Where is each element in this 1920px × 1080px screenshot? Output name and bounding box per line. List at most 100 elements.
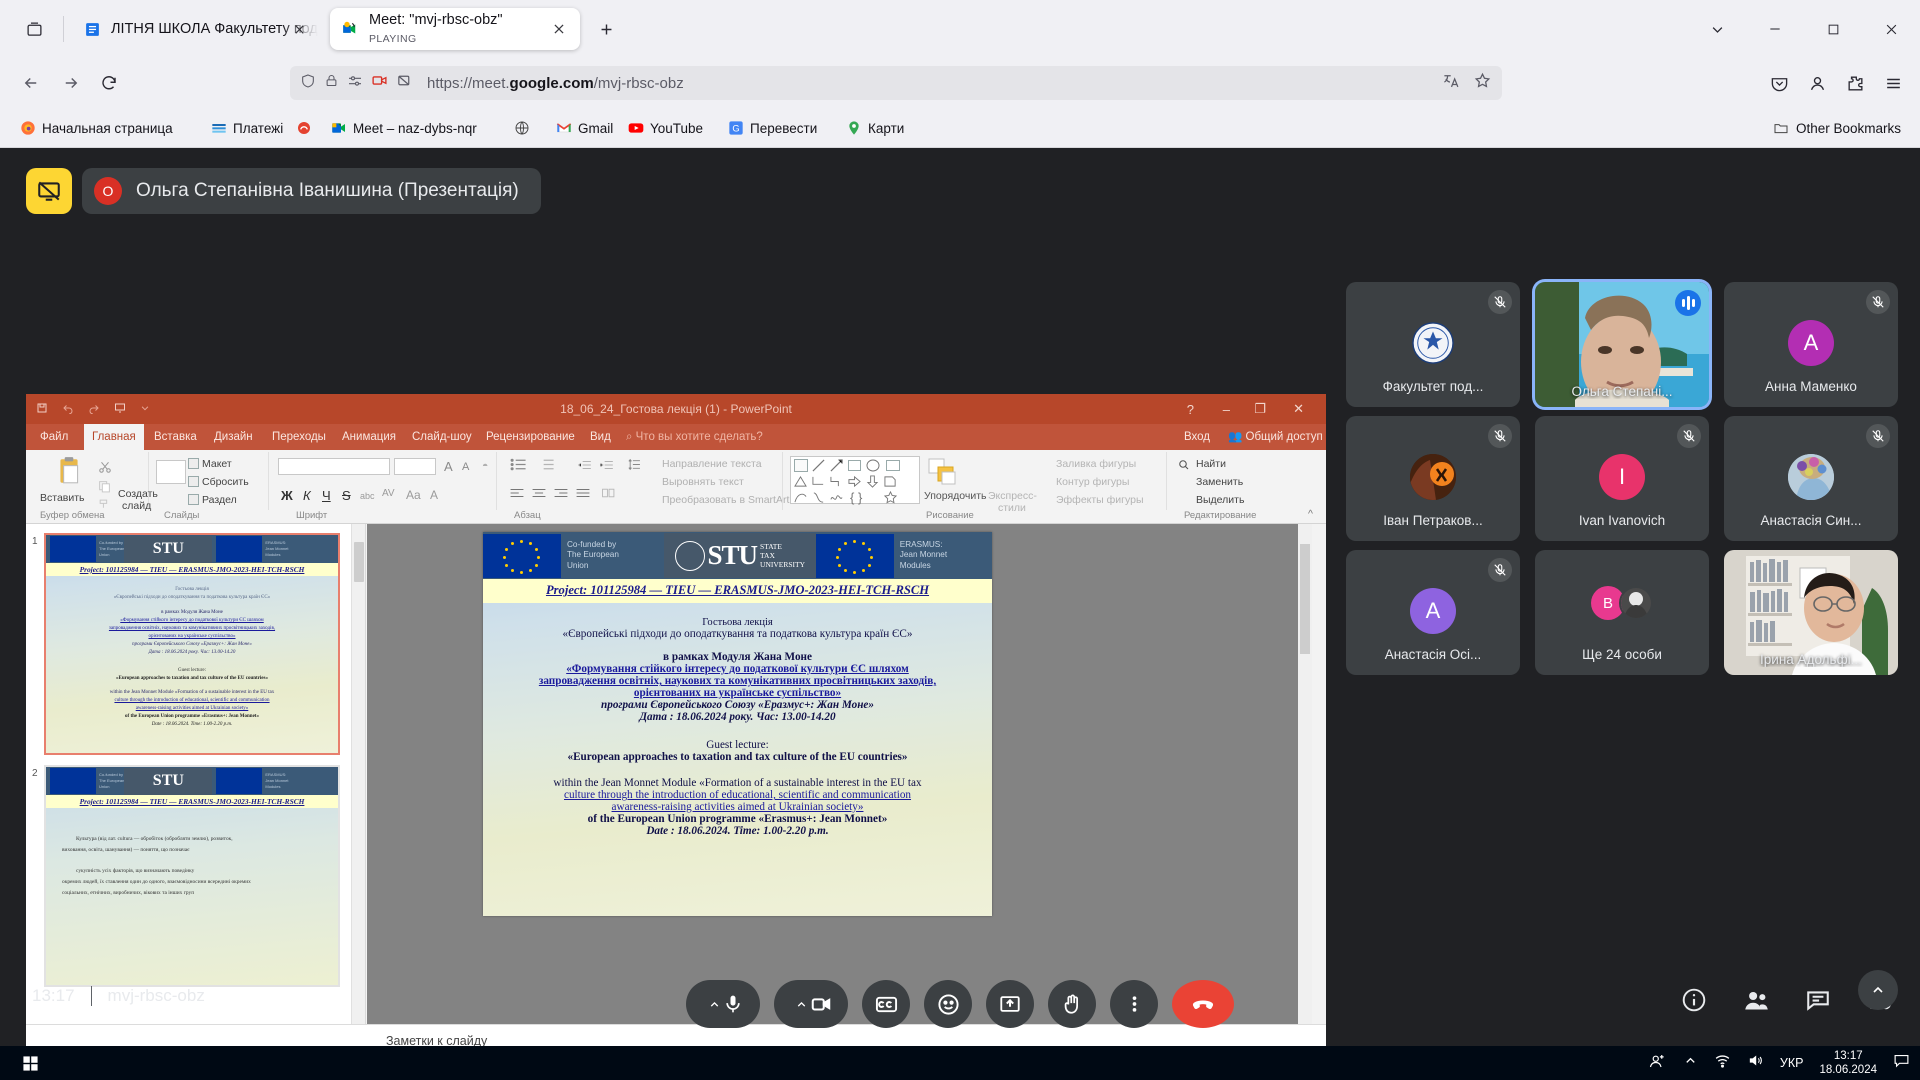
ribbon-tab-slideshow[interactable]: Слайд-шоу xyxy=(404,424,480,450)
bookmark-item-4[interactable] xyxy=(508,115,535,141)
shadow-button[interactable]: abc xyxy=(360,491,375,501)
strikethrough-button[interactable]: S xyxy=(342,488,351,503)
stop-presenting-icon[interactable] xyxy=(26,168,72,214)
translate-icon[interactable] xyxy=(1442,71,1461,95)
show-hidden-icons-button[interactable] xyxy=(1683,1053,1698,1073)
participant-tile-5[interactable]: Анастасія Син... xyxy=(1724,416,1898,541)
current-slide[interactable]: Co-funded by The European Union STU STAT… xyxy=(483,532,992,916)
thumbnail-pane-scrollbar[interactable] xyxy=(351,524,365,1024)
text-direction-label[interactable]: Направление текста xyxy=(662,458,762,470)
expand-controls-button[interactable] xyxy=(1858,970,1898,1010)
people-button[interactable] xyxy=(1742,986,1770,1014)
down-arrow-block-icon[interactable] xyxy=(866,475,879,493)
tell-me-search[interactable]: ⌕ Что вы хотите сделать? xyxy=(626,424,763,450)
bookmark-item-3[interactable]: Meet – naz-dybs-nqr xyxy=(325,115,482,141)
decrease-indent-icon[interactable] xyxy=(577,458,592,476)
minimize-icon[interactable]: – xyxy=(1223,394,1230,424)
microphone-blocked-icon[interactable] xyxy=(396,72,413,94)
maximize-button[interactable] xyxy=(1804,8,1862,50)
camera-permission-icon[interactable] xyxy=(371,72,388,94)
reset-label[interactable]: Сбросить xyxy=(202,476,249,488)
bookmark-star-icon[interactable] xyxy=(1473,71,1492,95)
participant-tile-0[interactable]: Факультет под... xyxy=(1346,282,1520,407)
new-tab-button[interactable] xyxy=(592,15,620,43)
layout-label[interactable]: Макет xyxy=(202,458,232,470)
participant-tile-3[interactable]: Іван Петраков... xyxy=(1346,416,1520,541)
quick-styles-icon[interactable] xyxy=(928,458,958,493)
convert-smartart-label[interactable]: Преобразовать в SmartArt xyxy=(662,494,789,506)
copy-icon[interactable] xyxy=(98,480,111,498)
ribbon-tab-design[interactable]: Дизайн xyxy=(206,424,261,450)
section-label[interactable]: Раздел xyxy=(202,494,237,506)
collapse-ribbon-icon[interactable]: ^ xyxy=(1308,508,1313,520)
close-icon[interactable] xyxy=(548,18,570,40)
italic-button[interactable]: К xyxy=(303,488,311,503)
freeform-icon[interactable] xyxy=(812,491,825,509)
curve-shape-icon[interactable] xyxy=(794,491,807,509)
minimize-button[interactable] xyxy=(1746,8,1804,50)
participant-tile-1[interactable]: Ольга Степані... xyxy=(1535,282,1709,407)
account-icon[interactable] xyxy=(1800,66,1834,100)
replace-label[interactable]: Заменить xyxy=(1196,476,1243,488)
slide-thumbnail-pane[interactable]: 1 Co-funded by The European Union STU ERAS… xyxy=(26,524,366,1024)
browser-tab-1[interactable]: Meet: "mvj-rbsc-obz" PLAYING xyxy=(330,8,580,50)
justify-icon[interactable] xyxy=(576,486,590,504)
participant-tile-4[interactable]: I Ivan Ivanovich xyxy=(1535,416,1709,541)
align-text-label[interactable]: Выровнять текст xyxy=(662,476,744,488)
close-icon[interactable]: ✕ xyxy=(1293,394,1304,424)
paste-icon[interactable] xyxy=(56,456,82,491)
star-shape-icon[interactable] xyxy=(883,490,898,509)
permissions-icon[interactable] xyxy=(347,73,363,94)
address-bar[interactable]: https://meet.google.com/mvj-rbsc-obz xyxy=(290,66,1502,100)
forward-button[interactable] xyxy=(54,66,88,100)
other-bookmarks-button[interactable]: Other Bookmarks xyxy=(1768,115,1906,141)
ribbon-tab-review[interactable]: Рецензирование xyxy=(478,424,583,450)
participant-tile-6[interactable]: A Анастасія Осі... xyxy=(1346,550,1520,675)
increase-indent-icon[interactable] xyxy=(600,458,614,476)
bookmark-item-5[interactable]: Gmail xyxy=(550,115,618,141)
bookmark-item-2[interactable] xyxy=(290,115,317,141)
shape-outline-label[interactable]: Контур фигуры xyxy=(1056,476,1129,488)
save-to-pocket-icon[interactable] xyxy=(1762,66,1796,100)
participant-tile-8[interactable]: Ірина Адольфі... xyxy=(1724,550,1898,675)
captions-button[interactable] xyxy=(862,980,910,1028)
cut-icon[interactable] xyxy=(98,460,112,479)
bookmark-item-0[interactable]: Начальная страница xyxy=(14,115,178,141)
app-menu-icon[interactable] xyxy=(1876,66,1910,100)
new-slide-label-1[interactable]: Создать xyxy=(118,488,158,500)
shape-fill-label[interactable]: Заливка фигуры xyxy=(1056,458,1136,470)
ribbon-tab-view[interactable]: Вид xyxy=(582,424,619,450)
numbering-icon[interactable] xyxy=(538,458,555,476)
ribbon-tab-file[interactable]: Файл xyxy=(32,424,76,450)
quick-styles-label-1[interactable]: Экспресс- xyxy=(988,490,1037,502)
extensions-icon[interactable] xyxy=(1838,66,1872,100)
scrollbar-thumb[interactable] xyxy=(1300,544,1310,654)
align-left-icon[interactable] xyxy=(510,486,524,504)
volume-icon[interactable] xyxy=(1747,1052,1764,1074)
reload-button[interactable] xyxy=(92,66,126,100)
character-spacing-button[interactable]: AV xyxy=(382,488,395,499)
change-case-button[interactable]: Aa xyxy=(406,488,421,502)
notification-center-icon[interactable] xyxy=(1893,1052,1910,1074)
clear-formatting-icon[interactable]: ◓ xyxy=(482,460,488,472)
reactions-button[interactable] xyxy=(924,980,972,1028)
new-slide-label-2[interactable]: слайд xyxy=(122,500,151,512)
scribble-icon[interactable] xyxy=(830,491,843,509)
font-color-button[interactable]: A xyxy=(430,488,438,502)
bookmark-item-6[interactable]: YouTube xyxy=(622,115,708,141)
clock[interactable]: 13:17 18.06.2024 xyxy=(1819,1049,1877,1077)
raise-hand-button[interactable] xyxy=(1048,980,1096,1028)
new-slide-icon[interactable] xyxy=(156,460,186,484)
scrollbar-thumb[interactable] xyxy=(354,542,364,582)
find-label[interactable]: Найти xyxy=(1196,458,1226,470)
bullets-icon[interactable] xyxy=(510,458,527,476)
microphone-button[interactable] xyxy=(686,980,760,1028)
ribbon-tab-animations[interactable]: Анимация xyxy=(334,424,404,450)
chat-button[interactable] xyxy=(1804,986,1832,1014)
sign-in-label[interactable]: Вход xyxy=(1184,424,1210,450)
presenter-chip[interactable]: O Ольга Степанівна Іванишина (Презентаці… xyxy=(82,168,541,214)
bookmark-item-1[interactable]: Платежі xyxy=(205,115,288,141)
meeting-details-button[interactable] xyxy=(1680,986,1708,1014)
ribbon-tab-transitions[interactable]: Переходы xyxy=(264,424,334,450)
align-center-icon[interactable] xyxy=(532,486,546,504)
